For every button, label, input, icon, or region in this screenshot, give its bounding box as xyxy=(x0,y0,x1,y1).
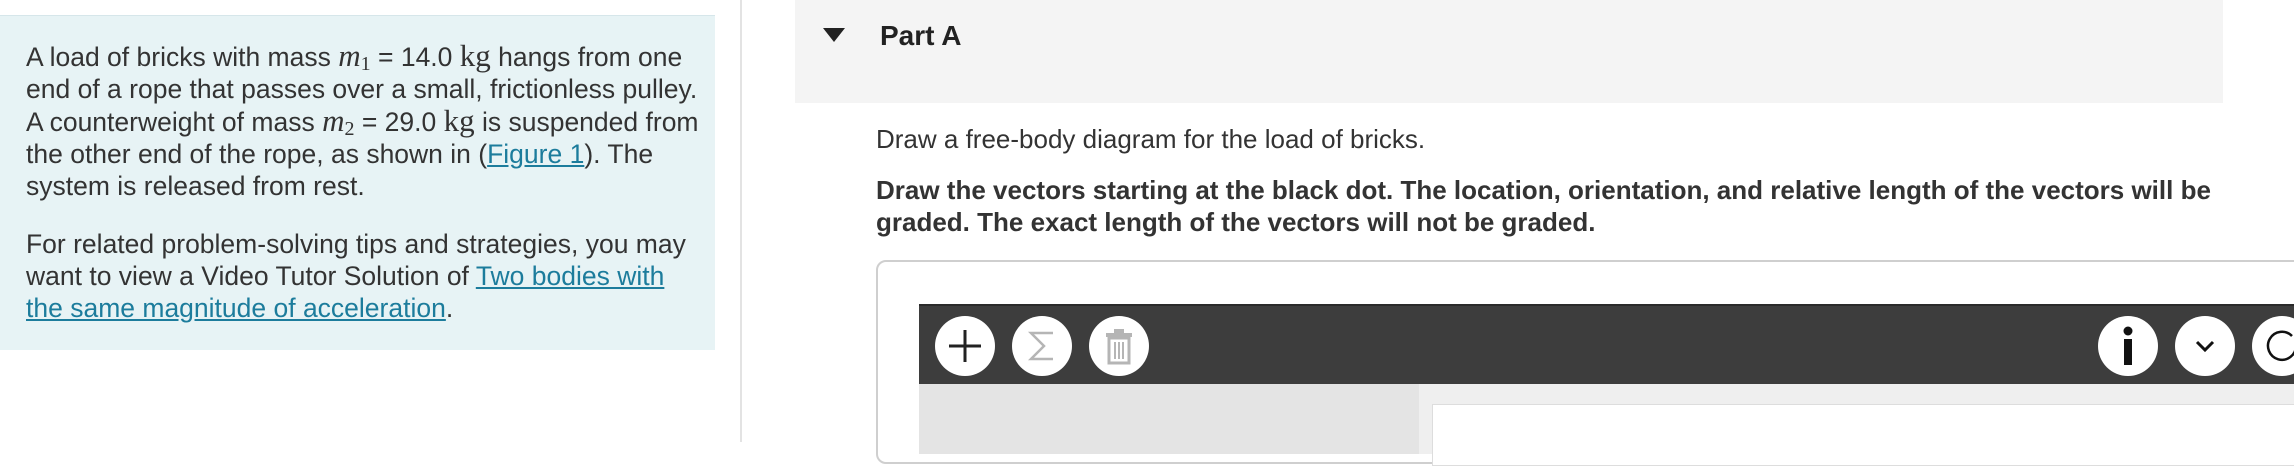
part-a-header[interactable]: Part A xyxy=(795,0,2223,103)
reset-button[interactable] xyxy=(2252,316,2294,376)
more-options-button[interactable] xyxy=(2175,316,2235,376)
tips-paragraph: For related problem-solving tips and str… xyxy=(26,228,701,324)
mass-2-symbol: m2 xyxy=(322,103,355,140)
plus-icon xyxy=(949,330,981,362)
drawing-canvas[interactable] xyxy=(1432,404,2294,466)
unit-kg: kg xyxy=(459,38,491,73)
info-button[interactable] xyxy=(2098,316,2158,376)
problem-text-segment: = 14.0 xyxy=(370,42,460,72)
drawing-toolbar xyxy=(919,304,2294,386)
unit-kg: kg xyxy=(443,103,475,138)
sum-vectors-button[interactable] xyxy=(1012,316,1072,376)
mass-1-symbol: m1 xyxy=(338,38,371,75)
tips-text-segment: . xyxy=(445,293,454,323)
add-vector-button[interactable] xyxy=(935,316,995,376)
grading-instruction: Draw the vectors starting at the black d… xyxy=(876,175,2211,237)
part-instruction: Draw a free-body diagram for the load of… xyxy=(876,124,1426,154)
part-title: Part A xyxy=(880,20,962,51)
problem-text-segment: = 29.0 xyxy=(354,107,444,137)
collapse-caret-icon[interactable] xyxy=(823,28,845,42)
info-icon xyxy=(2123,326,2133,365)
sigma-icon xyxy=(1027,331,1053,361)
problem-statement-panel: A load of bricks with mass m1 = 14.0 kg … xyxy=(0,15,715,350)
figure-1-link[interactable]: Figure 1 xyxy=(487,139,584,169)
element-palette xyxy=(919,384,1419,454)
problem-paragraph: A load of bricks with mass m1 = 14.0 kg … xyxy=(26,40,701,202)
chevron-down-icon xyxy=(2195,340,2215,353)
problem-text-segment: A load of bricks with mass xyxy=(26,42,339,72)
trash-icon xyxy=(1106,329,1132,365)
delete-button[interactable] xyxy=(1089,316,1149,376)
panel-divider xyxy=(740,0,742,442)
reset-icon xyxy=(2266,330,2294,362)
